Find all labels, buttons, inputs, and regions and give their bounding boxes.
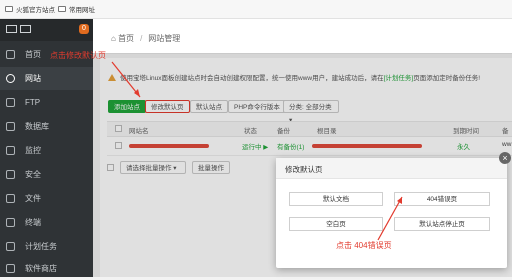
- annotation-click-modify-default: 点击修改默认页: [50, 51, 106, 60]
- arrow-head-icon: [397, 197, 402, 204]
- annotation-arrows: [111, 61, 403, 241]
- annotation-click-404: 点击 404错误页: [336, 241, 392, 250]
- arrow-to-404-button: [377, 196, 403, 241]
